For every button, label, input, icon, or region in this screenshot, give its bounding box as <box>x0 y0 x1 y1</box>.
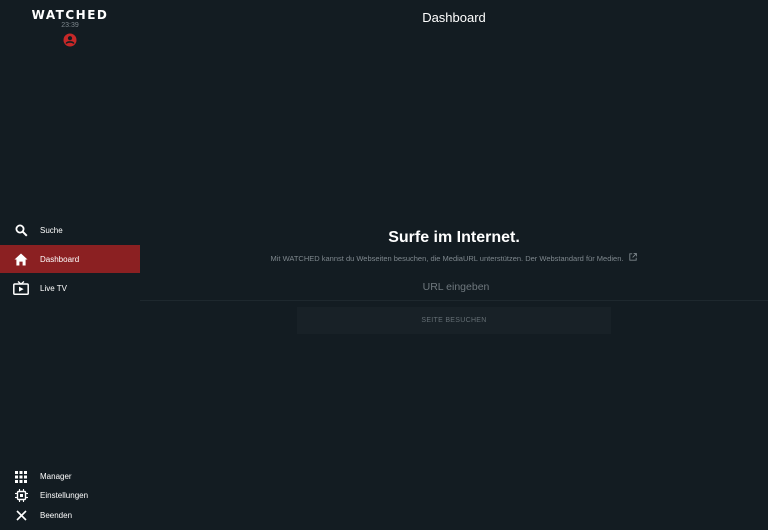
clock: 23:39 <box>61 22 79 29</box>
sidebar-item-label: Einstellungen <box>40 491 89 500</box>
chip-icon <box>13 488 29 504</box>
close-icon <box>13 508 29 524</box>
visit-site-button[interactable]: SEITE BESUCHEN <box>297 307 611 334</box>
external-link-icon[interactable] <box>629 253 638 263</box>
sidebar: WATCHED 23:39 Suche Dashboard Live TV Ma… <box>0 0 140 530</box>
search-icon <box>13 222 29 238</box>
description-row: Mit WATCHED kannst du Webseiten besuchen… <box>140 253 768 263</box>
sidebar-item-label: Manager <box>40 472 72 481</box>
sidebar-item-search[interactable]: Suche <box>0 216 140 244</box>
user-account-icon[interactable] <box>63 33 77 47</box>
browse-panel: Surfe im Internet. Mit WATCHED kannst du… <box>140 229 768 263</box>
sidebar-item-live-tv[interactable]: Live TV <box>0 274 140 302</box>
sidebar-item-label: Beenden <box>40 511 73 520</box>
grid-icon <box>13 469 29 485</box>
app-logo: WATCHED <box>31 8 109 22</box>
url-field-row <box>140 272 768 302</box>
brand: WATCHED 23:39 <box>0 8 140 47</box>
sidebar-item-label: Suche <box>40 225 63 235</box>
sidebar-item-settings[interactable]: Einstellungen <box>0 486 140 505</box>
sidebar-item-label: Live TV <box>40 283 67 293</box>
sidebar-item-exit[interactable]: Beenden <box>0 506 140 525</box>
sidebar-item-label: Dashboard <box>40 254 80 264</box>
description-text: Mit WATCHED kannst du Webseiten besuchen… <box>270 253 624 263</box>
home-icon <box>13 251 29 267</box>
sidebar-item-manager[interactable]: Manager <box>0 467 140 486</box>
sidebar-item-dashboard[interactable]: Dashboard <box>0 245 140 273</box>
tv-icon <box>13 280 29 296</box>
url-input[interactable] <box>140 272 768 302</box>
page-title: Dashboard <box>422 10 486 25</box>
headline: Surfe im Internet. <box>388 229 520 246</box>
